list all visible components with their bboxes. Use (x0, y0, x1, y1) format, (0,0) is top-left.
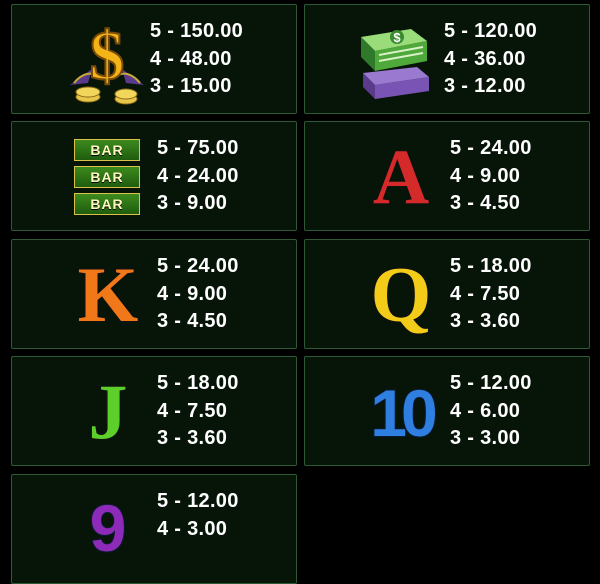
svg-text:$: $ (90, 18, 125, 95)
money-stack-icon: $ (355, 15, 435, 105)
bar-icon: BAR (74, 166, 140, 188)
pay-4: 4 - 3.00 (157, 517, 228, 540)
bar-icon: BAR (74, 139, 140, 161)
pay-4: 4 - 9.00 (157, 282, 228, 305)
pay-3: 3 - 3.00 (450, 427, 521, 449)
pay-values: 5 - 24.00 4 - 9.00 3 - 4.50 (157, 253, 239, 336)
pay-5: 5 - 24.00 (157, 255, 239, 277)
paytable-card-k: K 5 - 24.00 4 - 9.00 3 - 4.50 (11, 239, 297, 349)
bar-symbol: BAR BAR BAR (72, 136, 142, 218)
pay-values: 5 - 24.00 4 - 9.00 3 - 4.50 (450, 135, 532, 218)
svg-text:$: $ (393, 30, 401, 45)
dollar-sign-icon: $ (62, 13, 152, 107)
pay-4: 4 - 7.50 (450, 282, 521, 305)
paytable-card-money: $ 5 - 120.00 4 - 36.00 3 - 12.00 (304, 4, 590, 114)
bar-icon: BAR (74, 193, 140, 215)
paytable-card-dollar: $ 5 - 150.00 4 - 48.00 3 - 15.00 (11, 4, 297, 114)
pay-5: 5 - 12.00 (157, 490, 239, 512)
pay-values: 5 - 12.00 4 - 6.00 3 - 3.00 (450, 370, 532, 453)
pay-5: 5 - 18.00 (450, 255, 532, 277)
letter-q-icon: Q (370, 251, 433, 338)
pay-5: 5 - 75.00 (157, 137, 239, 159)
pay-values: 5 - 18.00 4 - 7.50 3 - 3.60 (157, 370, 239, 453)
pay-3: 3 - 9.00 (157, 192, 228, 214)
pay-5: 5 - 12.00 (450, 372, 532, 394)
pay-3: 3 - 4.50 (450, 192, 521, 214)
pay-4: 4 - 9.00 (450, 164, 521, 187)
pay-3: 3 - 12.00 (444, 75, 526, 97)
pay-4: 4 - 48.00 (150, 47, 232, 70)
pay-5: 5 - 18.00 (157, 372, 239, 394)
paytable-card-10: 10 5 - 12.00 4 - 6.00 3 - 3.00 (304, 356, 590, 466)
pay-values: 5 - 120.00 4 - 36.00 3 - 12.00 (444, 18, 537, 101)
letter-a-icon: A (372, 133, 430, 220)
pay-values: 5 - 12.00 4 - 3.00 (157, 488, 239, 543)
paytable-card-9: 9 5 - 12.00 4 - 3.00 (11, 474, 297, 584)
pay-3: 3 - 3.60 (157, 427, 228, 449)
pay-4: 4 - 36.00 (444, 47, 526, 70)
paytable-card-a: A 5 - 24.00 4 - 9.00 3 - 4.50 (304, 121, 590, 231)
pay-4: 4 - 24.00 (157, 164, 239, 187)
number-10-icon: 10 (369, 376, 438, 450)
letter-k-icon: K (77, 251, 140, 338)
pay-4: 4 - 6.00 (450, 399, 521, 422)
pay-3: 3 - 15.00 (150, 75, 232, 97)
paytable-card-bar: BAR BAR BAR 5 - 75.00 4 - 24.00 3 - 9.00 (11, 121, 297, 231)
paytable-card-q: Q 5 - 18.00 4 - 7.50 3 - 3.60 (304, 239, 590, 349)
pay-5: 5 - 150.00 (150, 20, 244, 42)
number-9-icon: 9 (89, 491, 128, 565)
pay-values: 5 - 75.00 4 - 24.00 3 - 9.00 (157, 135, 239, 218)
letter-j-icon: J (88, 368, 129, 455)
pay-values: 5 - 18.00 4 - 7.50 3 - 3.60 (450, 253, 532, 336)
pay-3: 3 - 4.50 (157, 310, 228, 332)
pay-5: 5 - 120.00 (444, 20, 538, 42)
pay-values: 5 - 150.00 4 - 48.00 3 - 15.00 (150, 18, 243, 101)
paytable-card-j: J 5 - 18.00 4 - 7.50 3 - 3.60 (11, 356, 297, 466)
pay-5: 5 - 24.00 (450, 137, 532, 159)
pay-3: 3 - 3.60 (450, 310, 521, 332)
pay-4: 4 - 7.50 (157, 399, 228, 422)
